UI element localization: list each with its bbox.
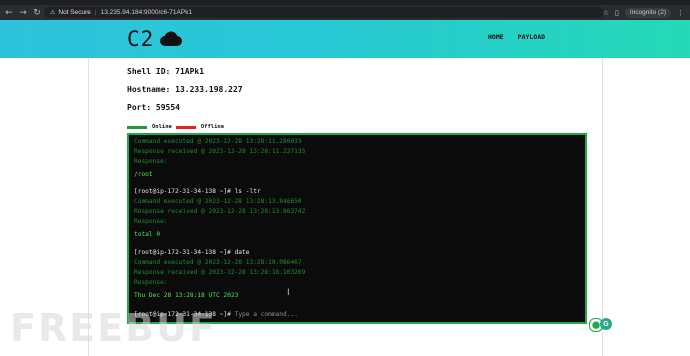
app-header: C2 HOME PAYLOAD bbox=[0, 20, 690, 58]
terminal-line: Response: bbox=[134, 158, 168, 165]
terminal-line: Command executed @ 2023-12-28 13:28:13.8… bbox=[134, 198, 302, 205]
side-panel-icon[interactable]: ▯ bbox=[615, 9, 619, 17]
offline-label: Offline bbox=[200, 124, 225, 130]
reload-icon[interactable]: ↻ bbox=[32, 8, 42, 18]
online-label: Online bbox=[152, 124, 172, 130]
port: Port: 59554 bbox=[127, 103, 180, 112]
terminal-line: Response received @ 2023-12-28 13:28:18.… bbox=[134, 269, 306, 276]
address-bar[interactable]: ⚠ Not Secure | 13.235.94.184:9000/c6-71A… bbox=[44, 7, 604, 18]
terminal-line: Response received @ 2023-12-28 13:28:13.… bbox=[134, 208, 306, 215]
terminal-line: [root@ip-172-31-34-138 ~]# ls -ltr bbox=[134, 188, 261, 195]
logo-text: C2 bbox=[127, 27, 155, 51]
browser-toolbar: ← → ↻ ⚠ Not Secure | 13.235.94.184:9000/… bbox=[0, 5, 690, 20]
app-logo[interactable]: C2 bbox=[127, 25, 183, 53]
address-separator: | bbox=[94, 9, 97, 16]
hostname: Hostname: 13.233.198.227 bbox=[127, 85, 243, 94]
terminal-line: [root@ip-172-31-34-138 ~]# date bbox=[134, 249, 250, 256]
offline-swatch bbox=[175, 125, 196, 129]
status-legend: Online Offline bbox=[127, 124, 224, 130]
terminal-line: Command executed @ 2023-12-28 13:28:11.2… bbox=[134, 138, 302, 145]
terminal-line: Thu Dec 28 13:28:18 UTC 2023 bbox=[134, 292, 239, 299]
terminal-window[interactable]: Command executed @ 2023-12-28 13:28:11.2… bbox=[127, 133, 587, 324]
terminal-line: Response: bbox=[134, 279, 168, 286]
terminal-line: /root bbox=[134, 171, 153, 178]
forward-arrow-icon[interactable]: → bbox=[18, 8, 28, 18]
terminal-line: Response received @ 2023-12-28 13:28:11.… bbox=[134, 148, 306, 155]
online-swatch bbox=[127, 125, 147, 129]
warning-icon: ⚠ bbox=[50, 9, 56, 16]
nav-payload-link[interactable]: PAYLOAD bbox=[518, 33, 545, 41]
url-text: 13.235.94.184:9000/c6-71APk1 bbox=[100, 9, 193, 16]
watermark: FREEBUF bbox=[10, 306, 217, 350]
terminal-line: Response: bbox=[134, 218, 168, 225]
menu-dots-icon[interactable]: ⋮ bbox=[677, 9, 684, 17]
main-nav: HOME PAYLOAD bbox=[488, 33, 545, 41]
command-input[interactable]: Type a command... bbox=[235, 311, 298, 318]
text-cursor-icon: I bbox=[287, 288, 290, 298]
shell-id: Shell ID: 71APk1 bbox=[127, 67, 205, 76]
grammar-assistant-icon[interactable]: G bbox=[600, 318, 612, 330]
nav-home-link[interactable]: HOME bbox=[488, 33, 504, 41]
incognito-badge[interactable]: Incognito (2) bbox=[624, 7, 671, 18]
terminal-line: total 0 bbox=[134, 231, 161, 238]
cloud-icon bbox=[160, 31, 183, 46]
back-arrow-icon[interactable]: ← bbox=[4, 8, 14, 18]
terminal-line: Command executed @ 2023-12-28 13:28:18.0… bbox=[134, 259, 302, 266]
security-label: Not Secure bbox=[58, 9, 91, 16]
bookmark-star-icon[interactable]: ☆ bbox=[603, 9, 609, 17]
